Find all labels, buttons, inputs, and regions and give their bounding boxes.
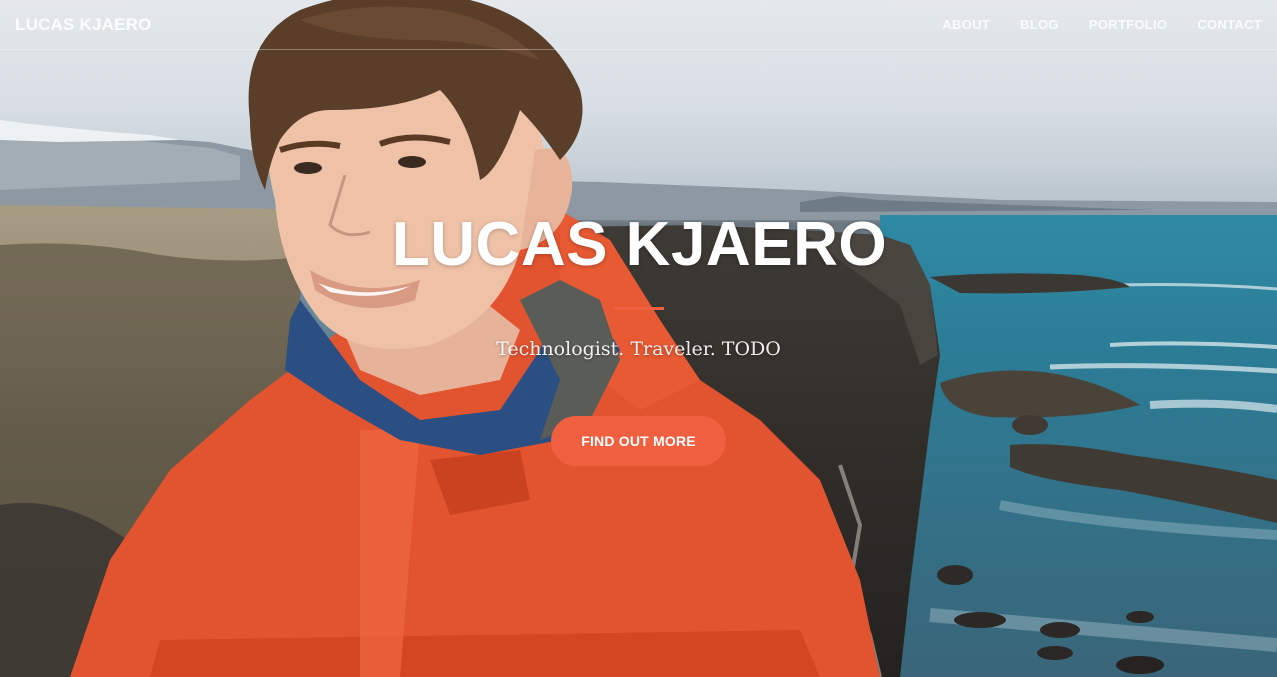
hero-section: LUCAS KJAERO ABOUT BLOG PORTFOLIO CONTAC… [0, 0, 1277, 677]
find-out-more-button[interactable]: FIND OUT MORE [551, 416, 726, 466]
nav-link-contact[interactable]: CONTACT [1197, 17, 1262, 32]
hero-subtitle: Technologist. Traveler. TODO [496, 338, 781, 360]
navbar: LUCAS KJAERO ABOUT BLOG PORTFOLIO CONTAC… [0, 0, 1277, 50]
nav-links: ABOUT BLOG PORTFOLIO CONTACT [912, 17, 1262, 32]
nav-link-portfolio[interactable]: PORTFOLIO [1089, 17, 1168, 32]
nav-link-about[interactable]: ABOUT [942, 17, 990, 32]
hero-divider [613, 307, 664, 310]
brand-logo-link[interactable]: LUCAS KJAERO [15, 15, 152, 35]
nav-link-blog[interactable]: BLOG [1020, 17, 1059, 32]
hero-content: LUCAS KJAERO Technologist. Traveler. TOD… [0, 205, 1277, 466]
hero-title: LUCAS KJAERO [391, 210, 888, 279]
